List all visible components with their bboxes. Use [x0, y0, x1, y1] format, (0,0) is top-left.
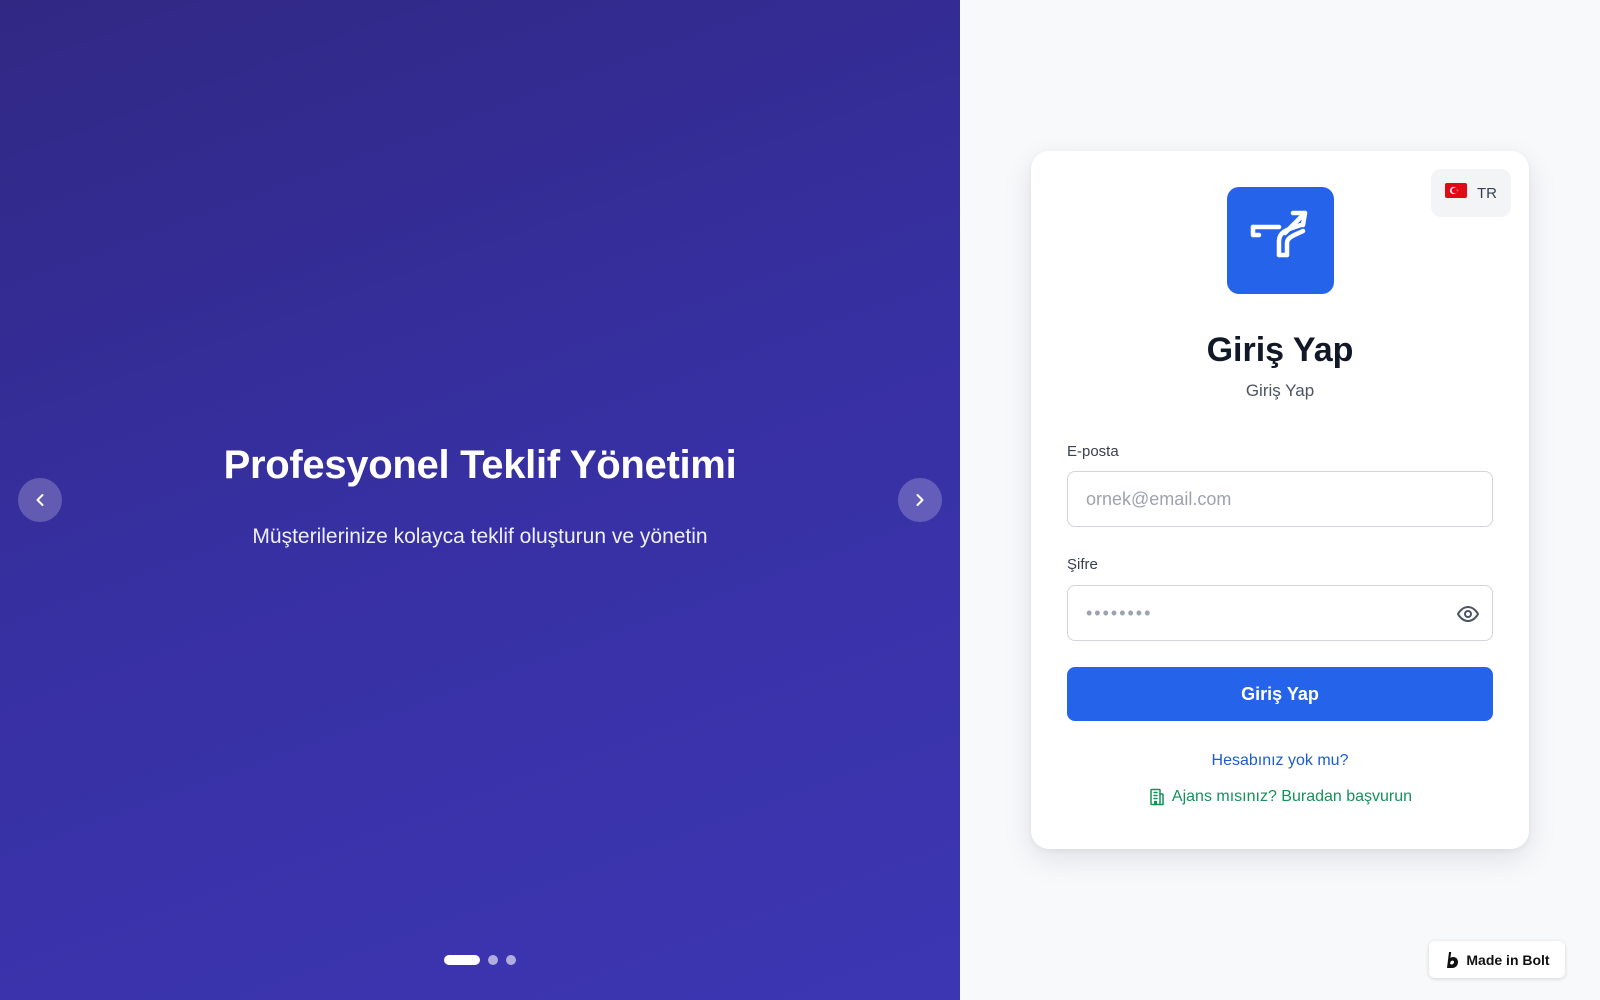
carousel-dot-3[interactable] — [506, 955, 516, 965]
hero-panel: Profesyonel Teklif Yönetimi Müşterilerin… — [0, 0, 960, 1000]
hero-subtitle: Müşterilerinize kolayca teklif oluşturun… — [252, 525, 708, 548]
email-label: E-posta — [1067, 443, 1119, 460]
language-selector[interactable]: TR — [1431, 169, 1511, 217]
building-icon — [1150, 788, 1164, 806]
chevron-left-icon — [36, 494, 44, 506]
agency-link-label: Ajans mısınız? Buradan başvurun — [1171, 788, 1413, 805]
email-field-wrapper — [1067, 471, 1493, 527]
carousel-prev-button[interactable] — [18, 478, 62, 522]
carousel-dot-1[interactable] — [444, 955, 480, 965]
carousel-dot-2[interactable] — [488, 955, 498, 965]
login-card: TR Giriş Yap Giriş Yap E-posta Şifre Gir… — [1031, 151, 1529, 849]
language-code: TR — [1477, 184, 1497, 202]
show-password-toggle[interactable] — [1456, 602, 1480, 631]
made-in-bolt-label: Made in Bolt — [1466, 951, 1550, 968]
hero-title: Profesyonel Teklif Yönetimi — [223, 443, 737, 487]
signup-link[interactable]: Hesabınız yok mu? — [1031, 752, 1529, 770]
login-title: Giriş Yap — [1206, 331, 1354, 369]
login-subtitle: Giriş Yap — [1245, 381, 1315, 400]
bolt-logo-icon — [1447, 951, 1459, 968]
carousel-indicators — [444, 955, 516, 965]
login-submit-button[interactable]: Giriş Yap — [1067, 667, 1493, 721]
made-in-bolt-badge[interactable]: Made in Bolt — [1429, 941, 1565, 978]
password-input[interactable] — [1068, 586, 1492, 640]
chevron-right-icon — [916, 494, 924, 506]
password-field-wrapper — [1067, 585, 1493, 641]
arrow-up-right-logo-icon — [1250, 210, 1307, 257]
turkey-flag-icon — [1445, 183, 1467, 203]
email-input[interactable] — [1068, 472, 1492, 526]
eye-icon — [1457, 606, 1479, 622]
agency-apply-link[interactable]: Ajans mısınız? Buradan başvurun — [1031, 788, 1529, 806]
password-label: Şifre — [1067, 556, 1098, 573]
carousel-next-button[interactable] — [898, 478, 942, 522]
app-logo — [1227, 187, 1334, 294]
